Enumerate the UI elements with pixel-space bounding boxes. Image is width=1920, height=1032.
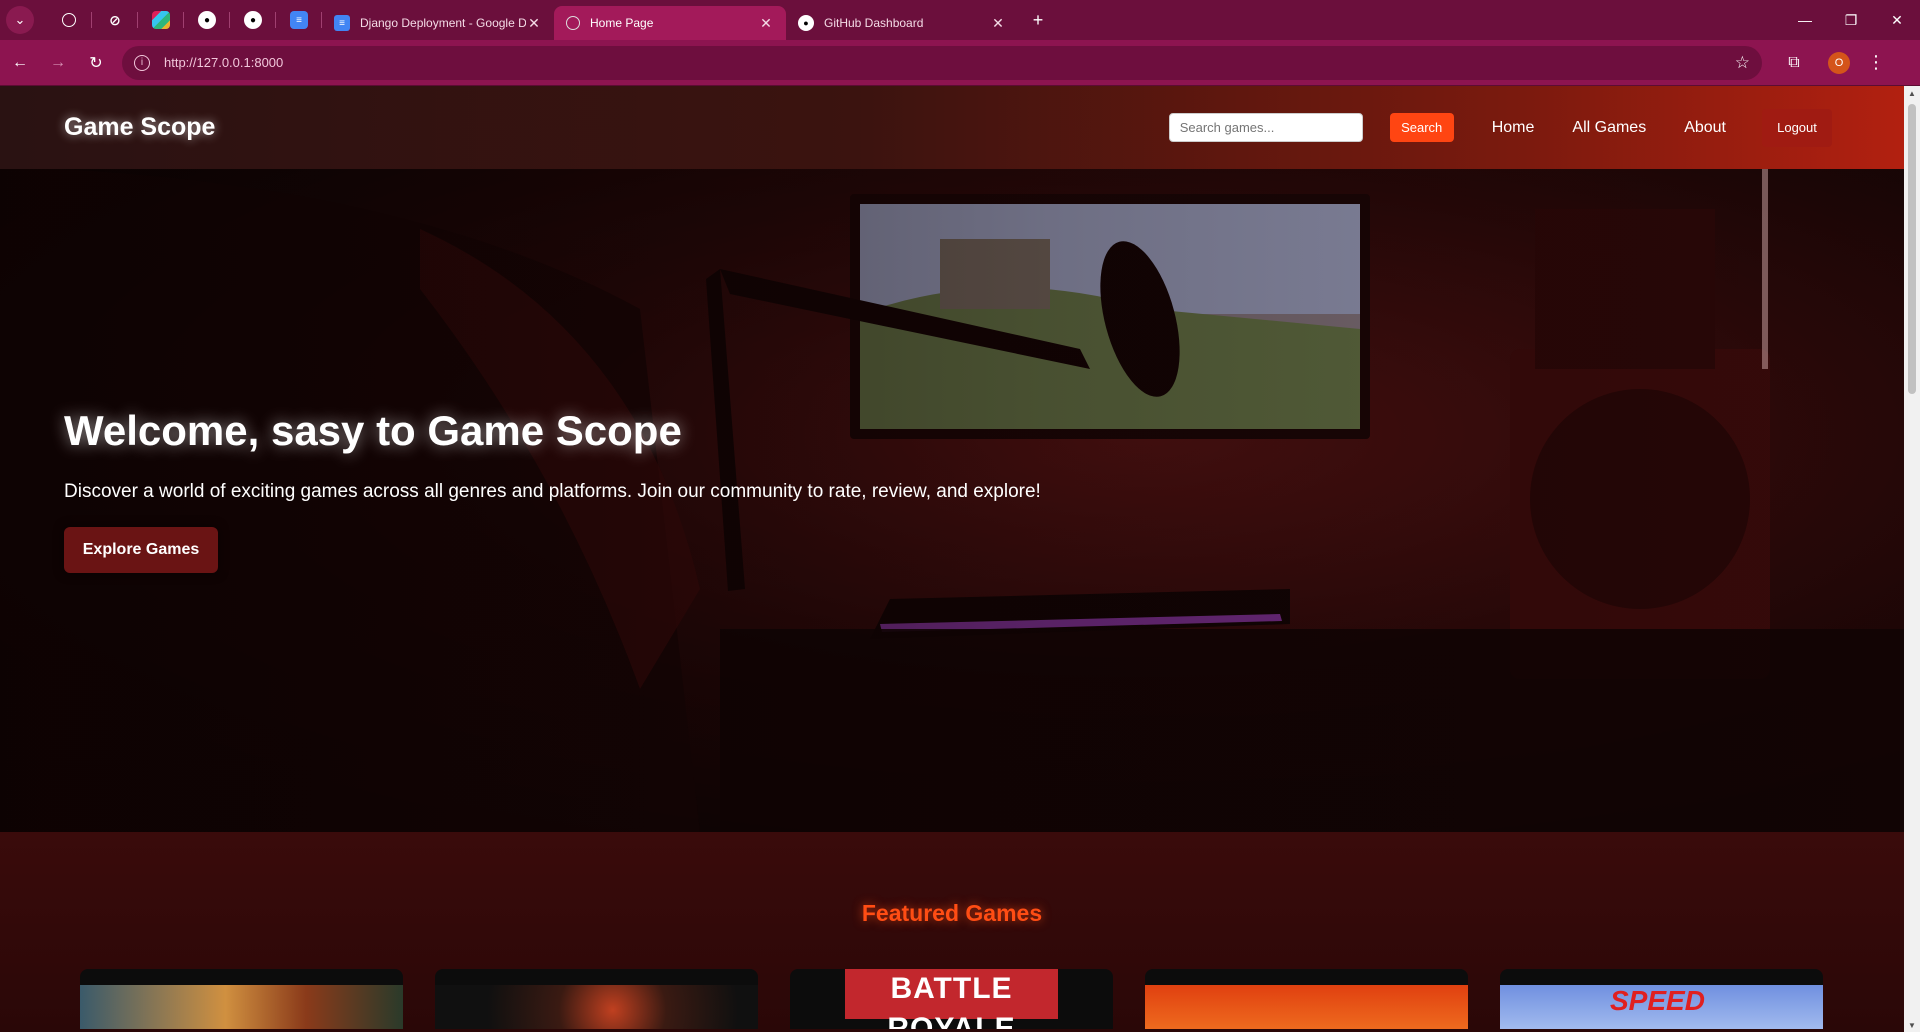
close-window-icon[interactable]: ✕ xyxy=(1874,0,1920,40)
github-icon: ● xyxy=(798,15,814,31)
tab-github-dashboard[interactable]: ● GitHub Dashboard ✕ xyxy=(786,6,1018,40)
page-scrollbar[interactable]: ▲ ▼ xyxy=(1904,86,1920,1032)
game-thumbnail xyxy=(1145,985,1468,1029)
game-card[interactable] xyxy=(435,969,758,1029)
site-info-icon[interactable]: i xyxy=(134,54,150,71)
tab-title: Django Deployment - Google D xyxy=(360,16,526,30)
featured-games-section: Featured Games BATTLE ROYALE SPEED xyxy=(0,832,1904,1032)
reload-icon[interactable]: ↻ xyxy=(78,45,114,81)
game-card[interactable]: SPEED xyxy=(1500,969,1823,1029)
profile-avatar[interactable]: O xyxy=(1828,51,1850,74)
tab-django-deployment[interactable]: ≡ Django Deployment - Google D ✕ xyxy=(322,6,554,40)
pinned-tab-openai[interactable] xyxy=(46,0,92,40)
globe-icon xyxy=(566,16,580,30)
tab-search-icon[interactable]: ⌄ xyxy=(6,6,34,34)
hero-subtitle: Discover a world of exciting games acros… xyxy=(64,481,1041,502)
explore-games-button[interactable]: Explore Games xyxy=(64,527,218,573)
pinned-tab-slack[interactable] xyxy=(138,0,184,40)
game-thumbnail-title: BATTLE ROYALE xyxy=(845,969,1058,1029)
hero-section: Welcome, sasy to Game Scope Discover a w… xyxy=(0,169,1904,832)
pinned-tab-github-1[interactable]: ● xyxy=(184,0,230,40)
docs-icon: ≡ xyxy=(334,15,350,31)
scroll-down-icon[interactable]: ▼ xyxy=(1904,1018,1920,1032)
game-thumbnail-title: SPEED xyxy=(1610,985,1705,1016)
back-icon[interactable]: ← xyxy=(2,45,38,81)
minimize-icon[interactable]: — xyxy=(1782,0,1828,40)
hero-title: Welcome, sasy to Game Scope xyxy=(64,407,682,454)
game-card[interactable]: BATTLE ROYALE xyxy=(790,969,1113,1029)
docs-icon: ≡ xyxy=(290,11,308,29)
game-thumbnail xyxy=(80,985,403,1029)
forward-icon[interactable]: → xyxy=(40,45,76,81)
game-card[interactable] xyxy=(80,969,403,1029)
browser-address-bar: ← → ↻ i http://127.0.0.1:8000 ☆ ⧉ O ⋮ xyxy=(0,40,1920,86)
new-tab-button[interactable]: + xyxy=(1024,6,1052,34)
hero-content: Welcome, sasy to Game Scope Discover a w… xyxy=(64,407,1041,573)
close-icon[interactable]: ✕ xyxy=(758,15,774,32)
browser-tab-bar: ⌄ ⊘ ● ● ≡ ≡ Django Deployment - Google D… xyxy=(0,0,1920,40)
pinned-tabs: ⊘ ● ● ≡ xyxy=(46,0,322,40)
site-header: Game Scope Search Home All Games About L… xyxy=(0,86,1904,169)
header-actions: Search Home All Games About Logout xyxy=(1168,86,1904,169)
github-icon: ● xyxy=(244,11,262,29)
extensions-icon[interactable]: ⧉ xyxy=(1776,45,1812,81)
page-viewport: Game Scope Search Home All Games About L… xyxy=(0,86,1904,1032)
search-button[interactable]: Search xyxy=(1389,113,1454,142)
github-icon: ● xyxy=(198,11,216,29)
close-icon[interactable]: ✕ xyxy=(990,15,1006,32)
restore-icon[interactable]: ❐ xyxy=(1828,0,1874,40)
tab-home-page[interactable]: Home Page ✕ xyxy=(554,6,786,40)
openai-icon xyxy=(62,13,76,27)
game-card[interactable] xyxy=(1145,969,1468,1029)
pinned-tab-github-2[interactable]: ● xyxy=(230,0,276,40)
url-text[interactable]: http://127.0.0.1:8000 xyxy=(164,55,1735,70)
game-thumbnail xyxy=(435,985,758,1029)
pinned-tab-docs[interactable]: ≡ xyxy=(276,0,322,40)
pinned-tab-perplexity[interactable]: ⊘ xyxy=(92,0,138,40)
scrollbar-thumb[interactable] xyxy=(1908,104,1916,394)
search-input[interactable] xyxy=(1168,113,1363,142)
perplexity-icon: ⊘ xyxy=(109,11,121,28)
tab-title: GitHub Dashboard xyxy=(824,16,924,30)
tab-title: Home Page xyxy=(590,16,654,30)
nav-about[interactable]: About xyxy=(1684,119,1726,137)
nav-all-games[interactable]: All Games xyxy=(1572,119,1646,137)
slack-icon xyxy=(152,11,170,29)
scroll-up-icon[interactable]: ▲ xyxy=(1904,86,1920,100)
url-bar[interactable]: i http://127.0.0.1:8000 ☆ xyxy=(122,45,1762,80)
menu-kebab-icon[interactable]: ⋮ xyxy=(1864,52,1888,73)
featured-games-title: Featured Games xyxy=(861,900,1043,926)
site-logo[interactable]: Game Scope xyxy=(64,113,215,142)
close-icon[interactable]: ✕ xyxy=(526,15,542,32)
bookmark-star-icon[interactable]: ☆ xyxy=(1735,53,1750,73)
nav-home[interactable]: Home xyxy=(1492,119,1535,137)
window-controls: — ❐ ✕ xyxy=(1782,0,1920,40)
featured-games-grid: BATTLE ROYALE SPEED xyxy=(80,969,1823,1029)
logout-button[interactable]: Logout xyxy=(1762,108,1832,147)
